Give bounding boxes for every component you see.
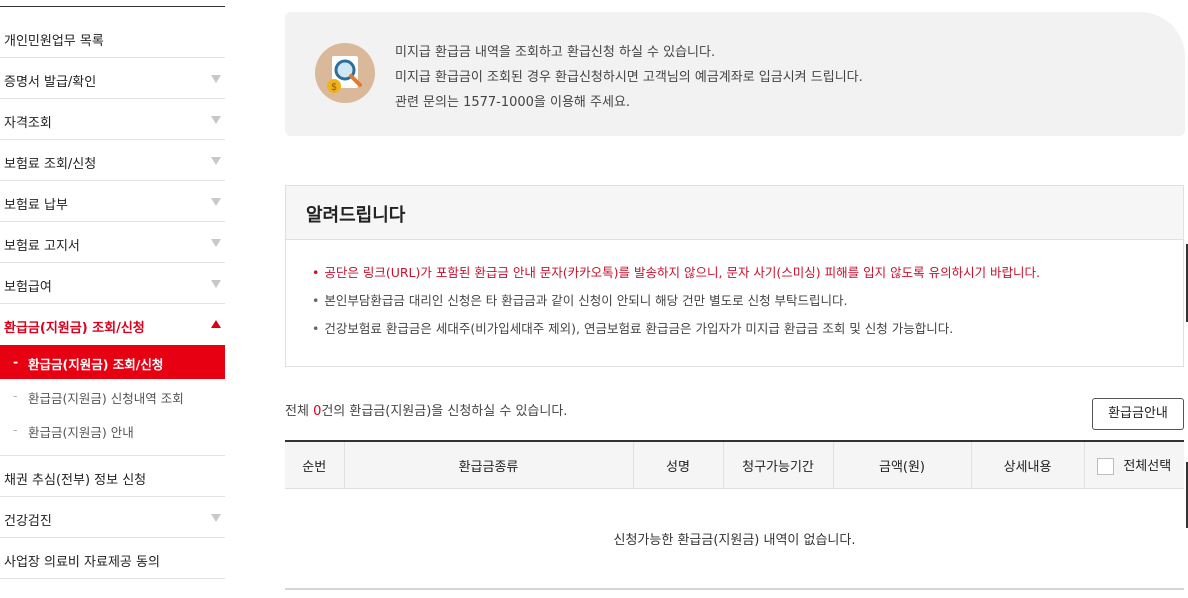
info-text: 미지급 환급금 내역을 조회하고 환급신청 하실 수 있습니다. 미지급 환급금… (395, 40, 863, 115)
sidebar-item-qualification[interactable]: 자격조회 (0, 99, 225, 140)
sidebar-item-premium-inquiry[interactable]: 보험료 조회/신청 (0, 140, 225, 181)
summary-prefix: 전체 (285, 404, 314, 419)
refund-guide-button[interactable]: 환급금안내 (1092, 398, 1184, 430)
chevron-down-icon (211, 280, 221, 288)
bullet-icon: • (312, 293, 320, 308)
chevron-down-icon (211, 157, 221, 165)
table-row: 신청가능한 환급금(지원금) 내역이 없습니다. (285, 488, 1184, 590)
refund-table: 순번 환급금종류 성명 청구가능기간 금액(원) 상세내용 전체선택 신청가능한… (285, 440, 1184, 590)
info-line: 관련 문의는 1577-1000을 이용해 주세요. (395, 95, 631, 110)
chevron-down-icon (211, 75, 221, 83)
notice-item: • 건강보험료 환급금은 세대주(비가입세대주 제외), 연금보험료 환급금은 가… (312, 318, 1040, 346)
sidebar-menu: 개인민원업무 목록 증명서 발급/확인 자격조회 보험료 조회/신청 보험료 납… (0, 17, 225, 579)
magnifier-coin-icon: $ (315, 43, 375, 103)
sidebar-item-certificate[interactable]: 증명서 발급/확인 (0, 58, 225, 99)
chevron-down-icon (211, 198, 221, 206)
info-line: 미지급 환급금이 조회된 경우 환급신청하시면 고객님의 예금계좌로 입금시켜 … (395, 70, 863, 85)
sidebar-item-benefits[interactable]: 보험급여 (0, 263, 225, 304)
info-box: $ 미지급 환급금 내역을 조회하고 환급신청 하실 수 있습니다. 미지급 환… (285, 12, 1185, 136)
chevron-down-icon (211, 514, 221, 522)
sidebar-item-label: 증명서 발급/확인 (4, 75, 97, 90)
sidebar-subitem-label: 환급금(지원금) 조회/신청 (28, 357, 164, 372)
sidebar-item-label: 보험료 고지서 (4, 239, 80, 254)
refund-summary: 전체 0건의 환급금(지원금)을 신청하실 수 있습니다. (285, 400, 567, 419)
notice-header: 알려드립니다 (286, 186, 1183, 240)
dash-marker: - (13, 354, 19, 369)
notice-title: 알려드립니다 (306, 205, 406, 226)
col-header-period: 청구가능기간 (722, 440, 833, 489)
sidebar-top-divider (0, 6, 225, 7)
notice-item-text: 공단은 링크(URL)가 포함된 환급금 안내 문자(카카오톡)를 발송하지 않… (324, 265, 1041, 280)
notice-item-text: 본인부담환급금 대리인 신청은 타 환급금과 같이 신청이 안되니 해당 건만 … (324, 293, 848, 308)
sidebar-subitem-refund-inquiry[interactable]: - 환급금(지원금) 조회/신청 (0, 345, 225, 379)
sidebar-item-label: 건강검진 (4, 514, 52, 529)
sidebar: 개인민원업무 목록 증명서 발급/확인 자격조회 보험료 조회/신청 보험료 납… (0, 0, 225, 598)
sidebar-item-label: 사업장 의료비 자료제공 동의 (4, 555, 160, 570)
col-header-no: 순번 (285, 440, 344, 489)
sidebar-submenu-wrap: - 환급금(지원금) 조회/신청 - 환급금(지원금) 신청내역 조회 - 환급금(지… (0, 345, 225, 456)
empty-message: 신청가능한 환급금(지원금) 내역이 없습니다. (285, 488, 1184, 590)
select-all-checkbox[interactable] (1097, 458, 1115, 475)
sidebar-item-health-checkup[interactable]: 건강검진 (0, 497, 225, 538)
col-header-amount: 금액(원) (832, 440, 971, 489)
chevron-up-icon (211, 320, 221, 328)
col-header-detail: 상세내용 (970, 440, 1084, 489)
col-header-select-all: 전체선택 (1083, 440, 1184, 489)
sidebar-item-premium-payment[interactable]: 보험료 납부 (0, 181, 225, 222)
sidebar-item-label: 자격조회 (4, 116, 52, 131)
sidebar-item-civil-list[interactable]: 개인민원업무 목록 (0, 17, 225, 58)
sidebar-item-debt-collection[interactable]: 채권 추심(전부) 정보 신청 (0, 456, 225, 497)
sidebar-item-label: 보험급여 (4, 280, 52, 295)
info-line: 미지급 환급금 내역을 조회하고 환급신청 하실 수 있습니다. (395, 45, 716, 60)
sidebar-item-premium-notice[interactable]: 보험료 고지서 (0, 222, 225, 263)
bullet-icon: • (312, 321, 320, 336)
sidebar-subitem-label: 환급금(지원금) 안내 (28, 425, 134, 440)
sidebar-subitem-refund-guide[interactable]: - 환급금(지원금) 안내 (0, 413, 225, 447)
table-header-row: 순번 환급금종류 성명 청구가능기간 금액(원) 상세내용 전체선택 (285, 440, 1184, 489)
chevron-down-icon (211, 239, 221, 247)
sidebar-item-label: 보험료 조회/신청 (4, 157, 97, 172)
notice-item: • 공단은 링크(URL)가 포함된 환급금 안내 문자(카카오톡)를 발송하지 … (312, 262, 1040, 290)
chevron-down-icon (211, 116, 221, 124)
sidebar-item-label: 보험료 납부 (4, 198, 68, 213)
dash-marker: - (13, 388, 18, 403)
sidebar-item-label: 개인민원업무 목록 (4, 34, 104, 49)
col-header-name: 성명 (632, 440, 723, 489)
sidebar-item-label: 환급금(지원금) 조회/신청 (4, 321, 145, 336)
sidebar-item-label: 채권 추심(전부) 정보 신청 (4, 473, 147, 488)
sidebar-item-refund[interactable]: 환급금(지원금) 조회/신청 (0, 304, 225, 345)
select-all-label[interactable]: 전체선택 (1123, 459, 1171, 474)
svg-text:$: $ (331, 82, 337, 93)
notice-panel: 알려드립니다 • 공단은 링크(URL)가 포함된 환급금 안내 문자(카카오톡)… (285, 185, 1184, 367)
dash-marker: - (13, 422, 18, 437)
sidebar-item-medical-consent[interactable]: 사업장 의료비 자료제공 동의 (0, 538, 225, 579)
bullet-icon: • (312, 265, 320, 280)
sidebar-subitem-label: 환급금(지원금) 신청내역 조회 (28, 391, 184, 406)
notice-item: • 본인부담환급금 대리인 신청은 타 환급금과 같이 신청이 안되니 해당 건만… (312, 290, 1040, 318)
summary-suffix: 건의 환급금(지원금)을 신청하실 수 있습니다. (321, 404, 568, 419)
sidebar-subitem-refund-history[interactable]: - 환급금(지원금) 신청내역 조회 (0, 379, 225, 413)
sidebar-submenu: - 환급금(지원금) 조회/신청 - 환급금(지원금) 신청내역 조회 - 환급금(지… (0, 345, 225, 456)
notice-list: • 공단은 링크(URL)가 포함된 환급금 안내 문자(카카오톡)를 발송하지 … (312, 262, 1040, 346)
col-header-type: 환급금종류 (343, 440, 633, 489)
notice-item-text: 건강보험료 환급금은 세대주(비가입세대주 제외), 연금보험료 환급금은 가입… (324, 321, 954, 336)
